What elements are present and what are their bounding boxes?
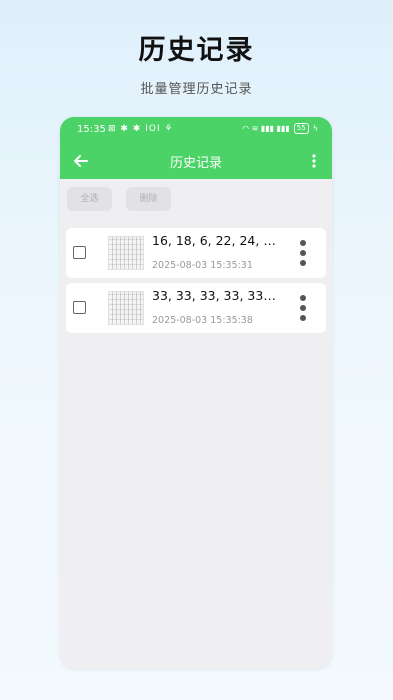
record-menu-button[interactable] <box>298 238 308 268</box>
list-item[interactable]: 33, 33, 33, 33, 33, 33 2025-08-03 15:35:… <box>66 283 326 333</box>
record-thumbnail <box>108 291 144 325</box>
status-bar: 15:35 ⊠ ✱ ✱ ⅠOⅠ ⚘ ◠ ≋ ▮▮▮ ▮▮▮ 55 ϟ <box>60 117 332 143</box>
action-bar: 全选 删除 <box>67 187 171 211</box>
delete-button[interactable]: 删除 <box>126 187 171 211</box>
app-bar: 历史记录 <box>60 143 332 179</box>
list-item[interactable]: 16, 18, 6, 22, 24, 26 2025-08-03 15:35:3… <box>66 228 326 278</box>
charging-icon: ϟ <box>312 124 318 133</box>
more-vertical-icon <box>312 154 316 168</box>
record-thumbnail <box>108 236 144 270</box>
status-icons-left: ⊠ ✱ ✱ ⅠOⅠ ⚘ <box>108 124 174 134</box>
promo-subtitle: 批量管理历史记录 <box>140 82 253 97</box>
promo-title: 历史记录 <box>138 35 255 66</box>
more-vertical-icon <box>300 240 306 266</box>
record-menu-button[interactable] <box>298 293 308 323</box>
record-numbers: 33, 33, 33, 33, 33, 33 <box>152 288 278 303</box>
status-time: 15:35 <box>77 124 106 135</box>
record-timestamp: 2025-08-03 15:35:38 <box>152 315 253 326</box>
select-all-button[interactable]: 全选 <box>67 187 112 211</box>
record-checkbox[interactable] <box>73 301 86 314</box>
phone-screen: 15:35 ⊠ ✱ ✱ ⅠOⅠ ⚘ ◠ ≋ ▮▮▮ ▮▮▮ 55 ϟ 历史记录 … <box>60 117 332 668</box>
record-numbers: 16, 18, 6, 22, 24, 26 <box>152 233 278 248</box>
more-options-button[interactable] <box>308 151 320 171</box>
battery-icon: 55 <box>293 123 309 134</box>
page-title: 历史记录 <box>169 156 222 171</box>
signal-icons: ◠ ≋ ▮▮▮ ▮▮▮ <box>242 124 290 133</box>
more-vertical-icon <box>300 295 306 321</box>
status-icons-right: ◠ ≋ ▮▮▮ ▮▮▮ 55 ϟ <box>242 123 318 134</box>
record-checkbox[interactable] <box>73 246 86 259</box>
history-list: 16, 18, 6, 22, 24, 26 2025-08-03 15:35:3… <box>66 228 326 338</box>
record-timestamp: 2025-08-03 15:35:31 <box>152 260 253 271</box>
